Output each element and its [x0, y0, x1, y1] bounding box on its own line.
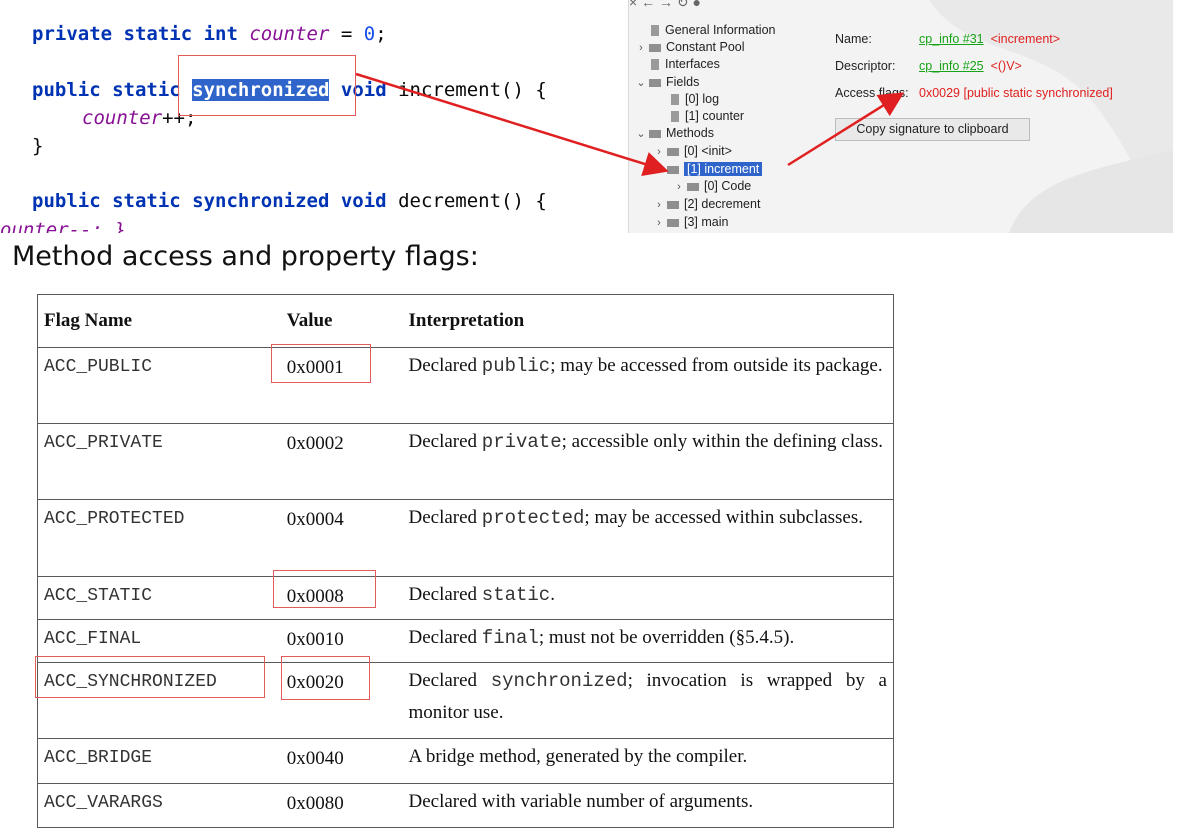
interpretation-cell: Declared with variable number of argumen…	[402, 783, 894, 828]
section-heading: Method access and property flags:	[12, 241, 479, 272]
column-header-value: Value	[280, 294, 403, 348]
annotation-box-acc-synchronized-name	[35, 656, 265, 698]
table-row: ACC_PROTECTED 0x0004 Declared protected;…	[37, 499, 894, 577]
flag-name-cell: ACC_STATIC	[37, 576, 281, 620]
interpretation-cell: Declared protected; may be accessed with…	[402, 499, 894, 577]
flag-value-cell: 0x0004	[280, 499, 403, 577]
flag-name-cell: ACC_PRIVATE	[37, 423, 281, 500]
flag-value-cell: 0x0002	[280, 423, 403, 500]
column-header-interpretation: Interpretation	[402, 294, 894, 348]
annotation-box-acc-static-value	[273, 570, 376, 608]
interpretation-cell: Declared final; must not be overridden (…	[402, 619, 894, 663]
interpretation-cell: Declared private; accessible only within…	[402, 423, 894, 500]
annotation-arrows	[355, 72, 905, 176]
flag-value-cell: 0x0080	[280, 783, 403, 828]
annotation-box-acc-public-value	[271, 344, 371, 383]
column-header-flag-name: Flag Name	[37, 294, 281, 348]
table-row: ACC_STATIC 0x0008 Declared static.	[37, 576, 894, 620]
interpretation-cell: Declared static.	[402, 576, 894, 620]
arrow-tree-to-flags	[787, 92, 905, 167]
annotation-box-acc-synchronized-value	[281, 656, 370, 700]
arrow-code-to-tree	[355, 72, 669, 176]
access-flags-table: Flag Name Value Interpretation ACC_PUBLI…	[37, 294, 894, 828]
flag-name-cell: ACC_BRIDGE	[37, 738, 281, 784]
table-row: ACC_PUBLIC 0x0001 Declared public; may b…	[37, 347, 894, 424]
flag-name-cell: ACC_PUBLIC	[37, 347, 281, 424]
table-row: ACC_VARARGS 0x0080 Declared with variabl…	[37, 783, 894, 828]
table-row: ACC_BRIDGE 0x0040 A bridge method, gener…	[37, 738, 894, 784]
interpretation-cell: Declared public; may be accessed from ou…	[402, 347, 894, 424]
interpretation-cell: Declared synchronized; invocation is wra…	[402, 662, 894, 739]
flag-value-cell: 0x0040	[280, 738, 403, 784]
interpretation-cell: A bridge method, generated by the compil…	[402, 738, 894, 784]
table-header-row: Flag Name Value Interpretation	[37, 294, 894, 348]
flag-name-cell: ACC_PROTECTED	[37, 499, 281, 577]
flag-name-cell: ACC_VARARGS	[37, 783, 281, 828]
table-row: ACC_PRIVATE 0x0002 Declared private; acc…	[37, 423, 894, 500]
